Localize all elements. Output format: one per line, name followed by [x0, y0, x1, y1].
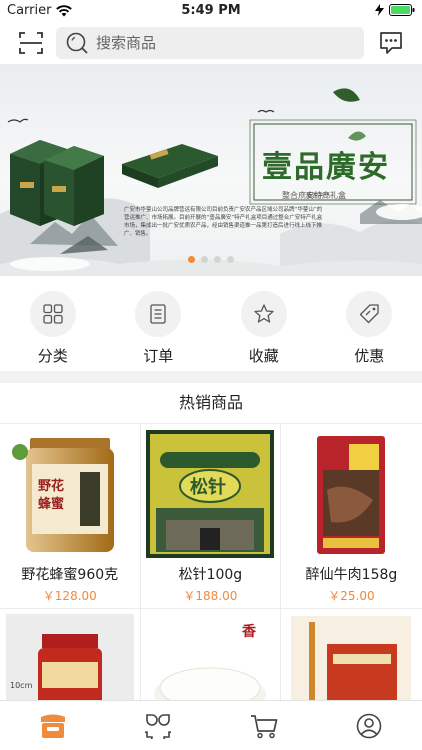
- category-icon-circle: [240, 291, 287, 337]
- star-icon: [254, 304, 274, 323]
- carousel-dot[interactable]: [214, 256, 221, 263]
- shortcut-discounts[interactable]: 优惠: [317, 276, 422, 371]
- shortcut-label: 订单: [143, 347, 174, 365]
- hot-products-section: 热销商品 野花 蜂蜜 野花蜂蜜960克 ￥128.00 松针 松针100g ￥1…: [0, 383, 422, 709]
- category-icon-circle: [29, 291, 76, 337]
- cart-icon: [250, 714, 278, 738]
- product-name: 醉仙牛肉158g: [305, 567, 398, 583]
- product-image-honey: 野花 蜂蜜: [5, 430, 134, 558]
- app-screen: Carrier 5:49 PM 搜索商品 整合广安特产礼盒 壹品廣安 优质农产品…: [0, 0, 422, 750]
- product-grid: 野花 蜂蜜 野花蜂蜜960克 ￥128.00 松针 松针100g ￥188.00…: [0, 423, 422, 709]
- coupon-tag-icon: [360, 304, 379, 324]
- shortcut-label: 分类: [37, 347, 68, 365]
- order-list-icon: [150, 304, 166, 324]
- tab-bar: [0, 700, 422, 750]
- scan-icon[interactable]: [18, 30, 44, 56]
- svg-text:蜂蜜: 蜂蜜: [38, 496, 64, 512]
- product-card[interactable]: [281, 608, 422, 709]
- shortcut-label: 收藏: [248, 347, 279, 365]
- battery-icon: [389, 4, 415, 16]
- shortcut-category[interactable]: 分类: [0, 276, 106, 371]
- home-store-icon: [40, 714, 65, 738]
- product-card[interactable]: 醉仙牛肉158g ￥25.00: [281, 423, 422, 608]
- category-icon-circle: [346, 291, 393, 337]
- promo-banner[interactable]: 整合广安特产礼盒 壹品廣安 优质农产品 广安市华蓥山公司品牌营运有限公司目前负责…: [0, 64, 422, 276]
- carousel-dot-active[interactable]: [188, 256, 195, 263]
- svg-text:松针: 松针: [190, 476, 226, 498]
- search-icon: [66, 32, 88, 54]
- product-card[interactable]: 香: [140, 608, 282, 709]
- category-icon-circle: [135, 291, 182, 337]
- charging-icon: [375, 4, 384, 16]
- carousel-dots[interactable]: [0, 256, 422, 263]
- shortcut-label: 优惠: [354, 347, 385, 365]
- product-name: 野花蜂蜜960克: [21, 567, 119, 583]
- category-icon: [145, 713, 172, 739]
- product-card[interactable]: 松针 松针100g ￥188.00: [140, 423, 282, 608]
- banner-tag: 优质农产品: [300, 193, 331, 200]
- product-card[interactable]: 野花 蜂蜜 野花蜂蜜960克 ￥128.00: [0, 423, 141, 608]
- svg-text:野花: 野花: [38, 478, 64, 494]
- tab-cart[interactable]: [211, 701, 317, 750]
- svg-text:10cm: 10cm: [10, 681, 33, 690]
- shortcut-orders[interactable]: 订单: [106, 276, 212, 371]
- tab-profile[interactable]: [317, 701, 422, 750]
- section-title: 热销商品: [178, 393, 243, 412]
- svg-text:香: 香: [241, 623, 257, 640]
- product-price: ￥25.00: [328, 589, 375, 603]
- banner-description: 广安市华蓥山公司品牌营运有限公司目前负责广安农产品区域公司品牌“华蓥山”的营运推…: [124, 207, 323, 237]
- carousel-dot[interactable]: [201, 256, 208, 263]
- shortcut-favorites[interactable]: 收藏: [211, 276, 317, 371]
- tab-home[interactable]: [0, 701, 106, 750]
- product-image-chili-sauce: 10cm: [5, 614, 134, 709]
- tab-category[interactable]: [106, 701, 212, 750]
- message-icon[interactable]: [378, 30, 404, 56]
- profile-icon: [356, 713, 382, 738]
- status-time: 5:49 PM: [181, 3, 241, 18]
- nav-bar: [0, 22, 422, 64]
- product-name: 松针100g: [178, 567, 243, 583]
- product-image-pine-tea: 松针: [146, 430, 275, 558]
- search-bar[interactable]: [56, 27, 364, 59]
- status-bar: Carrier 5:49 PM: [0, 0, 422, 22]
- category-shortcuts: 分类 订单 收藏 优惠: [0, 276, 422, 371]
- grid-icon: [43, 304, 63, 324]
- status-right: [375, 4, 415, 16]
- product-image-spicy-strips: [287, 614, 416, 709]
- product-image-rice: 香: [146, 614, 275, 709]
- banner-title: 壹品廣安: [262, 150, 390, 185]
- product-price: ￥188.00: [183, 589, 238, 603]
- search-input[interactable]: [96, 34, 346, 52]
- carousel-dot[interactable]: [227, 256, 234, 263]
- product-price: ￥128.00: [42, 589, 97, 603]
- product-card[interactable]: 10cm: [0, 608, 141, 709]
- product-image-beef: [287, 430, 416, 558]
